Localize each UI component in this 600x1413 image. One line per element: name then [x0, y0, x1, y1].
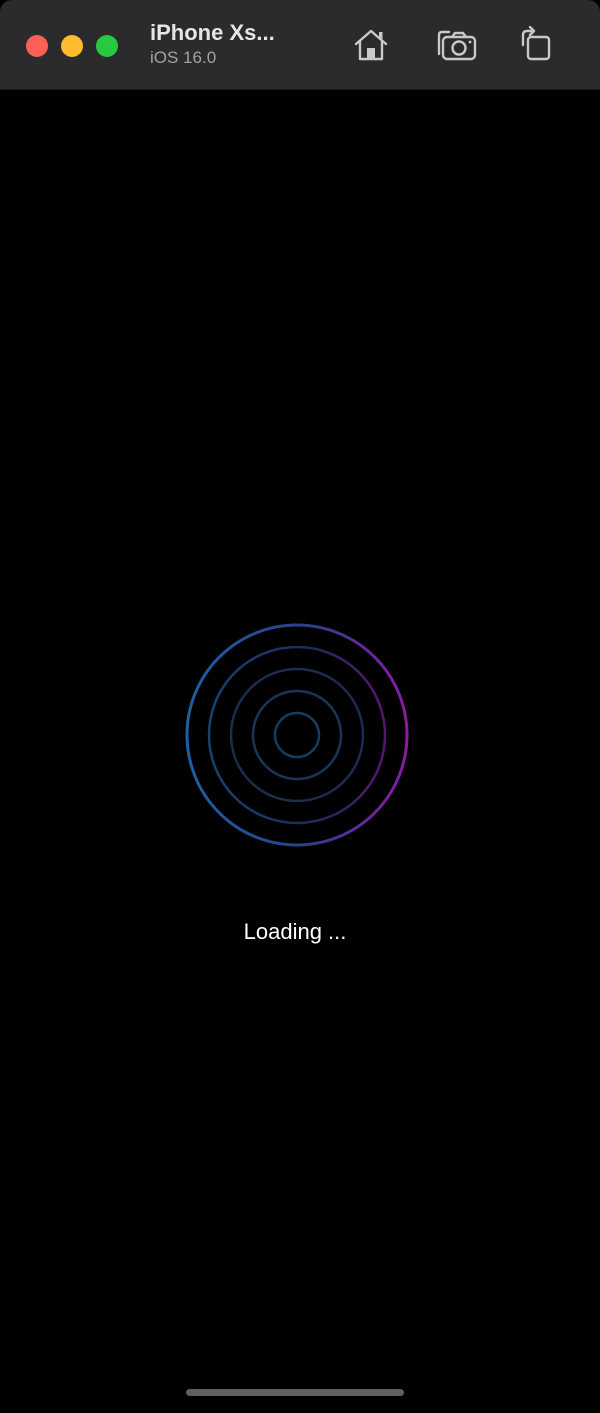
- device-name: iPhone Xs...: [150, 20, 275, 45]
- loading-label: Loading ...: [243, 919, 347, 944]
- device-screen[interactable]: Loading ...: [0, 90, 600, 1413]
- rotate-button[interactable]: [516, 24, 558, 66]
- title-bar[interactable]: iPhone Xs... iOS 16.0: [0, 0, 600, 90]
- screenshot-button[interactable]: [437, 24, 479, 66]
- spinner-ring-3: [229, 667, 365, 803]
- zoom-window-button[interactable]: [96, 35, 118, 57]
- spinner-ring-inner: [273, 711, 321, 759]
- home-button[interactable]: [350, 24, 392, 66]
- home-icon: [354, 29, 388, 61]
- close-window-button[interactable]: [26, 35, 48, 57]
- os-version: iOS 16.0: [150, 48, 217, 67]
- camera-icon: [437, 30, 477, 61]
- rotate-icon: [521, 26, 551, 61]
- home-indicator[interactable]: [186, 1389, 404, 1396]
- loading-spinner-icon: [185, 623, 409, 847]
- minimize-window-button[interactable]: [61, 35, 83, 57]
- spinner-ring-outer: [185, 623, 409, 847]
- spinner-ring-2: [207, 645, 387, 825]
- spinner-ring-4: [251, 689, 343, 781]
- simulator-window: iPhone Xs... iOS 16.0 Loading ...: [0, 0, 600, 1413]
- title-block: iPhone Xs... iOS 16.0: [150, 20, 320, 69]
